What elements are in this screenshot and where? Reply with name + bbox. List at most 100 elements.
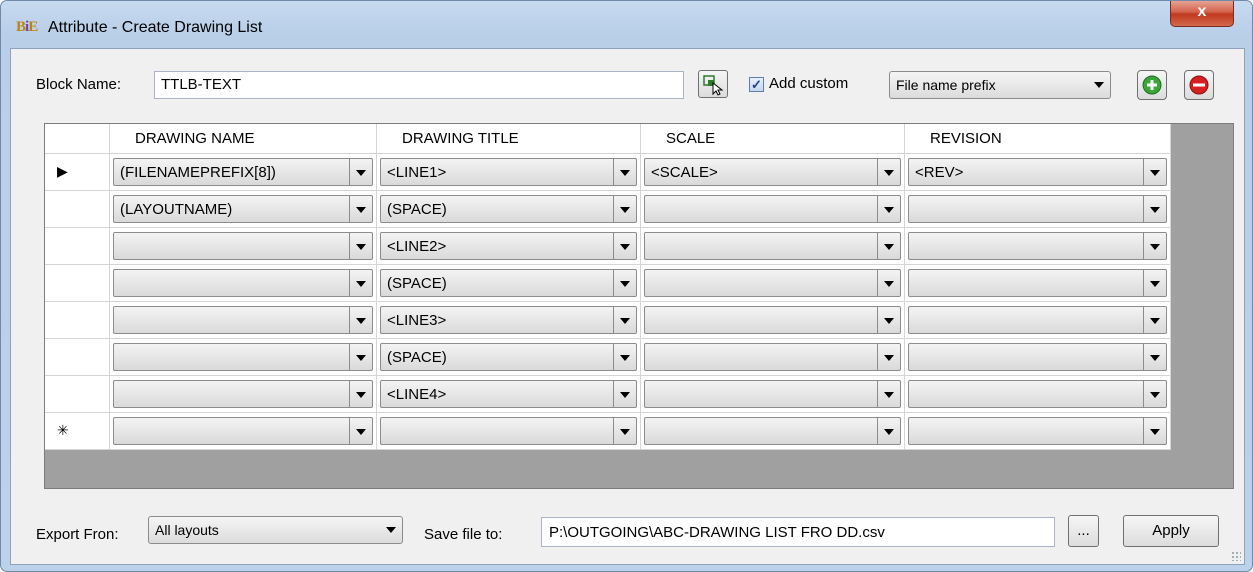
scale-dropdown[interactable]: [644, 195, 901, 223]
chevron-down-icon[interactable]: [877, 307, 900, 333]
chevron-down-icon[interactable]: [349, 233, 372, 259]
column-header-scale[interactable]: SCALE: [641, 124, 905, 154]
chevron-down-icon[interactable]: [613, 307, 636, 333]
chevron-down-icon[interactable]: [877, 270, 900, 296]
revision-dropdown[interactable]: [908, 417, 1167, 445]
revision-dropdown[interactable]: [908, 306, 1167, 334]
scale-dropdown[interactable]: [644, 343, 901, 371]
row-header[interactable]: ✳: [45, 413, 110, 450]
resize-grip-icon[interactable]: [1231, 551, 1241, 561]
chevron-down-icon[interactable]: [349, 159, 372, 185]
revision-dropdown[interactable]: [908, 232, 1167, 260]
drawing-title-dropdown[interactable]: (SPACE): [380, 195, 637, 223]
chevron-down-icon[interactable]: [1143, 418, 1166, 444]
scale-dropdown[interactable]: [644, 306, 901, 334]
drawing-title-dropdown[interactable]: (SPACE): [380, 269, 637, 297]
chevron-down-icon[interactable]: [877, 233, 900, 259]
column-header-drawing-name[interactable]: DRAWING NAME: [110, 124, 377, 154]
chevron-down-icon[interactable]: [877, 381, 900, 407]
pick-block-button[interactable]: [698, 70, 728, 98]
drawing-name-dropdown[interactable]: [113, 417, 373, 445]
revision-dropdown[interactable]: [908, 380, 1167, 408]
drawing-title-dropdown[interactable]: <LINE4>: [380, 380, 637, 408]
chevron-down-icon[interactable]: [877, 344, 900, 370]
column-header-drawing-title[interactable]: DRAWING TITLE: [377, 124, 641, 154]
chevron-down-icon[interactable]: [613, 196, 636, 222]
drawing-name-dropdown[interactable]: (LAYOUTNAME): [113, 195, 373, 223]
chevron-down-icon[interactable]: [877, 159, 900, 185]
chevron-down-icon[interactable]: [613, 270, 636, 296]
chevron-down-icon[interactable]: [349, 418, 372, 444]
column-header-revision[interactable]: REVISION: [905, 124, 1171, 154]
window-title: Attribute - Create Drawing List: [48, 19, 263, 36]
chevron-down-icon[interactable]: [1143, 344, 1166, 370]
scale-dropdown[interactable]: [644, 232, 901, 260]
chevron-down-icon[interactable]: [613, 233, 636, 259]
plus-icon: [1142, 75, 1162, 95]
row-header[interactable]: [45, 228, 110, 265]
dropdown-value: <LINE4>: [387, 386, 447, 403]
browse-button[interactable]: ...: [1068, 515, 1099, 547]
chevron-down-icon[interactable]: [613, 418, 636, 444]
chevron-down-icon[interactable]: [1143, 307, 1166, 333]
scale-dropdown[interactable]: <SCALE>: [644, 158, 901, 186]
chevron-down-icon[interactable]: [1143, 233, 1166, 259]
chevron-down-icon[interactable]: [1143, 159, 1166, 185]
chevron-down-icon[interactable]: [877, 418, 900, 444]
drawing-name-dropdown[interactable]: [113, 380, 373, 408]
row-header[interactable]: [45, 265, 110, 302]
drawing-title-dropdown[interactable]: [380, 417, 637, 445]
drawing-title-dropdown[interactable]: <LINE3>: [380, 306, 637, 334]
table-cell: [110, 413, 377, 450]
add-button[interactable]: [1137, 70, 1167, 100]
row-header[interactable]: [45, 339, 110, 376]
chevron-down-icon[interactable]: [349, 270, 372, 296]
table-cell: <LINE1>: [377, 154, 641, 191]
current-row-arrow-icon: ▶: [57, 163, 68, 179]
chevron-down-icon[interactable]: [349, 307, 372, 333]
chevron-down-icon[interactable]: [1143, 196, 1166, 222]
block-name-input[interactable]: TTLB-TEXT: [154, 71, 684, 99]
chevron-down-icon: [386, 527, 396, 533]
title-bar[interactable]: BiE Attribute - Create Drawing List x: [1, 1, 1252, 47]
drawing-list-grid[interactable]: DRAWING NAME DRAWING TITLE SCALE REVISIO…: [44, 123, 1234, 489]
grid-corner-header: [45, 124, 110, 154]
chevron-down-icon[interactable]: [877, 196, 900, 222]
drawing-name-dropdown[interactable]: [113, 306, 373, 334]
revision-dropdown[interactable]: [908, 269, 1167, 297]
export-from-select[interactable]: All layouts: [148, 516, 403, 544]
drawing-name-dropdown[interactable]: [113, 269, 373, 297]
dropdown-value: <LINE2>: [387, 238, 447, 255]
scale-dropdown[interactable]: [644, 269, 901, 297]
table-cell: [110, 228, 377, 265]
revision-dropdown[interactable]: [908, 195, 1167, 223]
chevron-down-icon[interactable]: [349, 344, 372, 370]
chevron-down-icon[interactable]: [613, 159, 636, 185]
drawing-name-dropdown[interactable]: [113, 232, 373, 260]
row-header[interactable]: [45, 191, 110, 228]
apply-button[interactable]: Apply: [1123, 515, 1219, 547]
drawing-name-dropdown[interactable]: (FILENAMEPREFIX[8]): [113, 158, 373, 186]
drawing-title-dropdown[interactable]: <LINE1>: [380, 158, 637, 186]
revision-dropdown[interactable]: [908, 343, 1167, 371]
scale-dropdown[interactable]: [644, 417, 901, 445]
row-header[interactable]: [45, 376, 110, 413]
row-header[interactable]: ▶: [45, 154, 110, 191]
revision-dropdown[interactable]: <REV>: [908, 158, 1167, 186]
chevron-down-icon[interactable]: [1143, 381, 1166, 407]
chevron-down-icon[interactable]: [1143, 270, 1166, 296]
scale-dropdown[interactable]: [644, 380, 901, 408]
custom-type-select[interactable]: File name prefix: [889, 71, 1111, 99]
drawing-title-dropdown[interactable]: <LINE2>: [380, 232, 637, 260]
chevron-down-icon[interactable]: [613, 344, 636, 370]
add-custom-checkbox[interactable]: ✓: [749, 77, 764, 92]
chevron-down-icon[interactable]: [349, 381, 372, 407]
remove-button[interactable]: [1184, 70, 1214, 100]
close-button[interactable]: x: [1170, 1, 1234, 27]
save-file-input[interactable]: P:\OUTGOING\ABC-DRAWING LIST FRO DD.csv: [541, 517, 1055, 547]
chevron-down-icon[interactable]: [613, 381, 636, 407]
chevron-down-icon[interactable]: [349, 196, 372, 222]
row-header[interactable]: [45, 302, 110, 339]
drawing-name-dropdown[interactable]: [113, 343, 373, 371]
drawing-title-dropdown[interactable]: (SPACE): [380, 343, 637, 371]
